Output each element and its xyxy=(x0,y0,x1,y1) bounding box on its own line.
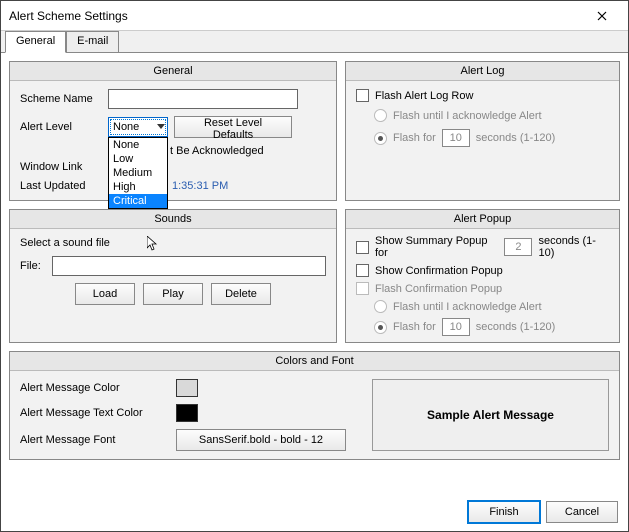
alert-level-select[interactable]: None None Low Medium High Critical xyxy=(108,117,168,137)
popup-flash-for-seconds: seconds (1-120) xyxy=(476,321,556,333)
group-general-title: General xyxy=(10,62,336,81)
show-summary-seconds: seconds (1-10) xyxy=(538,235,609,259)
show-confirmation-label: Show Confirmation Popup xyxy=(375,265,503,277)
popup-flash-for-radio[interactable] xyxy=(374,321,387,334)
reset-defaults-button[interactable]: Reset Level Defaults xyxy=(174,116,292,138)
file-input[interactable] xyxy=(52,256,326,276)
text-color-label: Alert Message Text Color xyxy=(20,407,170,419)
alert-level-option-medium[interactable]: Medium xyxy=(109,166,167,180)
flash-confirmation-checkbox[interactable] xyxy=(356,282,369,295)
file-label: File: xyxy=(20,260,46,272)
group-colors-font-title: Colors and Font xyxy=(10,352,619,371)
group-alert-popup: Alert Popup Show Summary Popup for secon… xyxy=(345,209,620,343)
font-button[interactable]: SansSerif.bold - bold - 12 xyxy=(176,429,346,451)
group-colors-font: Colors and Font Alert Message Color Aler… xyxy=(9,351,620,460)
msg-color-swatch[interactable] xyxy=(176,379,198,397)
flash-for-seconds: seconds (1-120) xyxy=(476,132,556,144)
alert-level-option-critical[interactable]: Critical xyxy=(109,194,167,208)
titlebar: Alert Scheme Settings xyxy=(1,1,628,31)
flash-for-input[interactable] xyxy=(442,129,470,147)
group-sounds: Sounds Select a sound file File: Load Pl… xyxy=(9,209,337,343)
finish-button[interactable]: Finish xyxy=(468,501,540,523)
show-summary-label: Show Summary Popup for xyxy=(375,235,498,259)
tab-general[interactable]: General xyxy=(5,31,66,53)
alert-level-option-none[interactable]: None xyxy=(109,138,167,152)
show-confirmation-checkbox[interactable] xyxy=(356,264,369,277)
close-button[interactable] xyxy=(582,3,622,29)
close-icon xyxy=(597,11,607,21)
bottom-bar: Finish Cancel xyxy=(1,493,628,531)
flash-until-radio[interactable] xyxy=(374,109,387,122)
popup-flash-until-radio[interactable] xyxy=(374,300,387,313)
flash-for-radio[interactable] xyxy=(374,132,387,145)
popup-flash-for-input[interactable] xyxy=(442,318,470,336)
last-updated-value: 1:35:31 PM xyxy=(172,180,228,192)
last-updated-label: Last Updated xyxy=(20,180,102,192)
flash-until-label: Flash until I acknowledge Alert xyxy=(393,110,542,122)
show-summary-checkbox[interactable] xyxy=(356,241,369,254)
flash-row-checkbox[interactable] xyxy=(356,89,369,102)
window-title: Alert Scheme Settings xyxy=(9,9,582,23)
window-link-label: Window Link xyxy=(20,161,102,173)
flash-row-label: Flash Alert Log Row xyxy=(375,90,473,102)
group-alert-log: Alert Log Flash Alert Log Row Flash unti… xyxy=(345,61,620,201)
must-ack-label: t Be Acknowledged xyxy=(170,145,264,157)
alert-level-option-low[interactable]: Low xyxy=(109,152,167,166)
alert-level-dropdown: None Low Medium High Critical xyxy=(108,137,168,209)
alert-level-label: Alert Level xyxy=(20,121,102,133)
alert-level-selected: None xyxy=(113,121,139,133)
delete-button[interactable]: Delete xyxy=(211,283,271,305)
alert-level-option-high[interactable]: High xyxy=(109,180,167,194)
group-alert-log-title: Alert Log xyxy=(346,62,619,81)
select-sound-label: Select a sound file xyxy=(20,237,110,249)
tab-email[interactable]: E-mail xyxy=(66,31,119,53)
flash-for-label: Flash for xyxy=(393,132,436,144)
group-sounds-title: Sounds xyxy=(10,210,336,229)
group-general: General Scheme Name Alert Level None Non… xyxy=(9,61,337,201)
sample-message-box: Sample Alert Message xyxy=(372,379,609,451)
group-alert-popup-title: Alert Popup xyxy=(346,210,619,229)
scheme-name-input[interactable] xyxy=(108,89,298,109)
chevron-down-icon xyxy=(157,124,165,130)
flash-confirmation-label: Flash Confirmation Popup xyxy=(375,283,502,295)
load-button[interactable]: Load xyxy=(75,283,135,305)
popup-flash-until-label: Flash until I acknowledge Alert xyxy=(393,301,542,313)
play-button[interactable]: Play xyxy=(143,283,203,305)
scheme-name-label: Scheme Name xyxy=(20,93,102,105)
font-label: Alert Message Font xyxy=(20,434,170,446)
popup-flash-for-label: Flash for xyxy=(393,321,436,333)
show-summary-input[interactable] xyxy=(504,238,532,256)
tab-bar: General E-mail xyxy=(1,31,628,53)
text-color-swatch[interactable] xyxy=(176,404,198,422)
sample-message-text: Sample Alert Message xyxy=(427,408,554,422)
cancel-button[interactable]: Cancel xyxy=(546,501,618,523)
msg-color-label: Alert Message Color xyxy=(20,382,170,394)
